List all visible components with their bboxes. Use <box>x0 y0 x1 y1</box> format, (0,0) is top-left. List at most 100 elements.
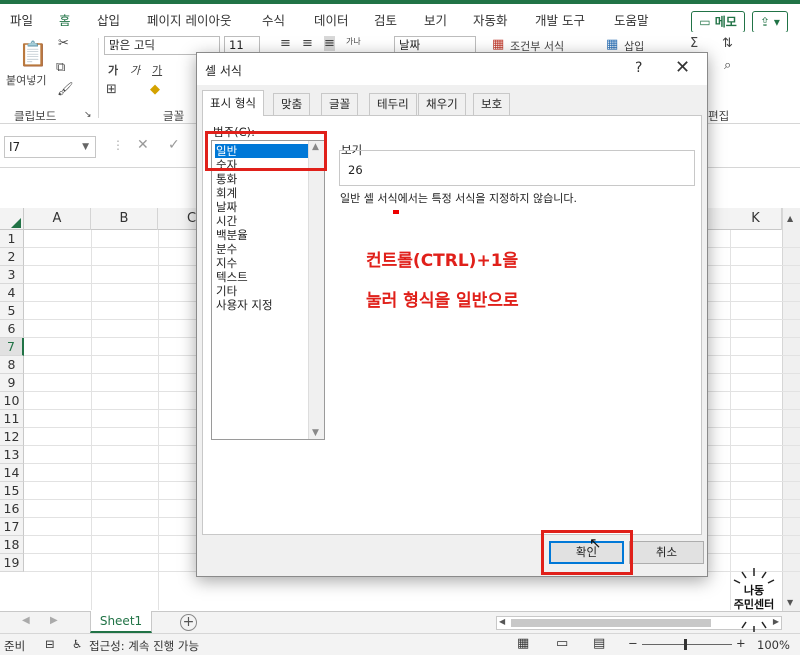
fill-color-icon[interactable]: ◆ <box>150 82 160 97</box>
category-time[interactable]: 시간 <box>215 214 308 228</box>
row-header[interactable]: 4 <box>0 284 24 302</box>
tab-page-layout[interactable]: 페이지 레이아웃 <box>147 10 231 29</box>
category-percentage[interactable]: 백분율 <box>215 228 308 242</box>
dialog-titlebar[interactable]: 셀 서식 ? ✕ <box>197 53 707 85</box>
row-header[interactable]: 10 <box>0 392 24 410</box>
copy-icon[interactable]: ⧉ <box>56 60 65 75</box>
category-accounting[interactable]: 회계 <box>215 186 308 200</box>
row-header[interactable]: 12 <box>0 428 24 446</box>
row-header[interactable]: 15 <box>0 482 24 500</box>
column-header-k[interactable]: K <box>730 208 782 230</box>
row-header[interactable]: 14 <box>0 464 24 482</box>
tab-insert[interactable]: 삽입 <box>97 10 120 29</box>
underline-button[interactable]: 가 <box>152 62 162 78</box>
paste-label[interactable]: 붙여넣기 <box>6 72 46 88</box>
tab-formulas[interactable]: 수식 <box>262 10 285 29</box>
row-header[interactable]: 3 <box>0 266 24 284</box>
tab-view[interactable]: 보기 <box>424 10 447 29</box>
tab-fill[interactable]: 채우기 <box>418 93 466 115</box>
tab-protection[interactable]: 보호 <box>473 93 511 115</box>
ok-button[interactable]: 확인 <box>549 541 624 564</box>
zoom-out-icon[interactable]: − <box>628 636 638 650</box>
chevron-up-icon[interactable]: ▲ <box>312 142 319 152</box>
tab-alignment[interactable]: 맞춤 <box>273 93 311 115</box>
category-custom[interactable]: 사용자 지정 <box>215 298 308 312</box>
category-list[interactable]: 일반 숫자 통화 회계 날짜 시간 백분율 분수 지수 텍스트 기타 사용자 지… <box>211 140 325 440</box>
cut-icon[interactable]: ✂ <box>58 36 69 51</box>
page-layout-view-icon[interactable]: ▭ <box>556 636 568 651</box>
column-header-b[interactable]: B <box>91 208 158 230</box>
row-header[interactable]: 7 <box>0 338 24 356</box>
zoom-in-icon[interactable]: + <box>736 636 746 650</box>
tab-border[interactable]: 테두리 <box>369 93 417 115</box>
category-fraction[interactable]: 분수 <box>215 242 308 256</box>
help-icon[interactable]: ? <box>635 60 642 76</box>
tab-developer[interactable]: 개발 도구 <box>535 10 585 29</box>
select-all-corner[interactable] <box>0 208 24 230</box>
tab-automate[interactable]: 자동화 <box>473 10 508 29</box>
prev-sheet-icon[interactable]: ◀ <box>22 615 30 626</box>
accessibility-status[interactable]: 접근성: 계속 진행 가능 <box>89 638 199 654</box>
category-special[interactable]: 기타 <box>215 284 308 298</box>
row-header[interactable]: 17 <box>0 518 24 536</box>
align-bottom-icon[interactable]: ≡ <box>324 36 335 51</box>
category-scientific[interactable]: 지수 <box>215 256 308 270</box>
tab-data[interactable]: 데이터 <box>314 10 349 29</box>
cancel-button[interactable]: 취소 <box>629 541 704 564</box>
category-currency[interactable]: 통화 <box>215 172 308 186</box>
row-header[interactable]: 9 <box>0 374 24 392</box>
cancel-icon[interactable]: ✕ <box>137 137 149 153</box>
tab-file[interactable]: 파일 <box>10 10 33 29</box>
name-box[interactable]: I7 ▼ <box>4 136 96 158</box>
row-header[interactable]: 6 <box>0 320 24 338</box>
confirm-icon[interactable]: ✓ <box>168 137 180 153</box>
sheet-tab-sheet1[interactable]: Sheet1 <box>90 611 152 633</box>
add-sheet-icon[interactable]: + <box>180 614 197 631</box>
bold-button[interactable]: 가 <box>108 62 118 78</box>
page-break-view-icon[interactable]: ▤ <box>593 636 605 651</box>
macro-record-icon[interactable]: ⊟ <box>45 637 55 651</box>
next-sheet-icon[interactable]: ▶ <box>50 615 58 626</box>
row-header[interactable]: 18 <box>0 536 24 554</box>
wrap-text-button[interactable]: 가나 <box>346 36 361 47</box>
tab-review[interactable]: 검토 <box>374 10 397 29</box>
row-header[interactable]: 16 <box>0 500 24 518</box>
scroll-up-icon[interactable]: ▲ <box>787 214 793 223</box>
format-painter-icon[interactable]: 🖌 <box>57 82 74 97</box>
normal-view-icon[interactable]: ▦ <box>517 636 529 651</box>
autosum-icon[interactable]: Σ <box>690 36 698 51</box>
memo-button[interactable]: ▭ 메모 <box>691 11 745 33</box>
category-date[interactable]: 날짜 <box>215 200 308 214</box>
scroll-thumb[interactable] <box>511 619 711 627</box>
paste-icon[interactable]: 📋 <box>18 40 48 68</box>
align-top-icon[interactable]: ≡ <box>280 36 291 51</box>
close-icon[interactable]: ✕ <box>675 57 690 78</box>
tab-font[interactable]: 글꼴 <box>321 93 359 115</box>
column-header-a[interactable]: A <box>24 208 91 230</box>
accessibility-icon[interactable]: ♿ <box>72 637 82 651</box>
find-icon[interactable]: ⌕ <box>724 58 731 73</box>
row-header[interactable]: 19 <box>0 554 24 572</box>
zoom-slider-thumb[interactable] <box>684 639 687 650</box>
zoom-slider[interactable] <box>642 644 732 645</box>
category-text[interactable]: 텍스트 <box>215 270 308 284</box>
italic-button[interactable]: 가 <box>130 62 140 78</box>
tab-home[interactable]: 홈 <box>57 10 72 34</box>
scroll-left-icon[interactable]: ◀ <box>499 617 505 626</box>
row-header[interactable]: 2 <box>0 248 24 266</box>
tab-help[interactable]: 도움말 <box>614 10 649 29</box>
row-header[interactable]: 13 <box>0 446 24 464</box>
category-scrollbar[interactable]: ▲ ▼ <box>308 141 324 439</box>
category-number[interactable]: 숫자 <box>215 158 308 172</box>
row-header[interactable]: 11 <box>0 410 24 428</box>
borders-icon[interactable]: ⊞ <box>106 82 117 97</box>
scroll-down-icon[interactable]: ▼ <box>787 598 793 607</box>
sort-filter-icon[interactable]: ⇅ <box>722 36 733 51</box>
row-header[interactable]: 5 <box>0 302 24 320</box>
tab-number-format[interactable]: 표시 형식 <box>202 90 264 116</box>
dialog-launcher-icon[interactable]: ↘ <box>84 110 92 120</box>
zoom-level[interactable]: 100% <box>757 638 790 652</box>
column-header-c[interactable]: C <box>158 208 198 230</box>
chevron-down-icon[interactable]: ▼ <box>312 428 319 438</box>
insert-cells-icon[interactable]: ▦ <box>606 37 618 52</box>
